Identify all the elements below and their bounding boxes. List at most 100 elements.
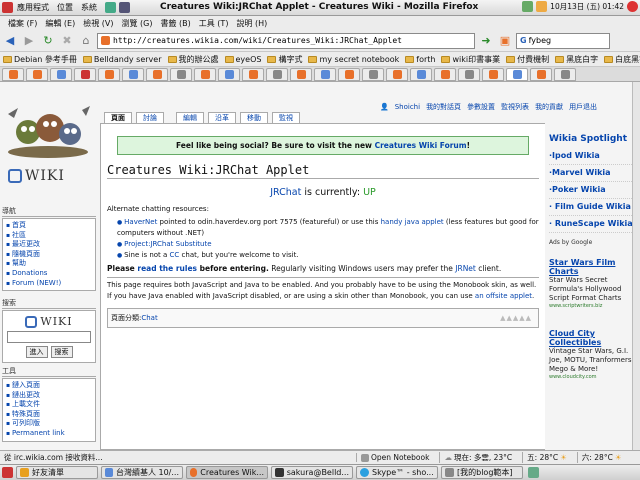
browser-tab[interactable] (482, 67, 504, 81)
bookmark-item[interactable]: 構字式 (267, 54, 302, 65)
personal-preferences[interactable]: 參數設置 (467, 102, 495, 112)
havernet-link[interactable]: HaverNet (124, 218, 157, 226)
menu-tools[interactable]: 工具 (T) (195, 18, 233, 29)
bookmark-item[interactable]: wiki印書事業 (441, 54, 500, 65)
browser-tab[interactable] (458, 67, 480, 81)
workspace-switcher-icon[interactable] (528, 467, 539, 478)
nav-item-recent-changes[interactable]: 最近更改 (6, 240, 92, 250)
nav-item-home[interactable]: 首頁 (6, 221, 92, 231)
browser-tab[interactable] (338, 67, 360, 81)
spotlight-marvel[interactable]: ·Marvel Wikia (549, 165, 640, 182)
ads-label[interactable]: Ads by Google (549, 239, 640, 246)
browser-tab[interactable] (314, 67, 336, 81)
browser-tab[interactable] (50, 67, 72, 81)
forum-link[interactable]: Creatures Wiki Forum (375, 141, 467, 150)
jrnet-link[interactable]: JRNet (455, 264, 476, 273)
ad-item[interactable]: Cloud City Collectibles Vintage Star War… (549, 329, 640, 380)
spotlight-film-guide[interactable]: · Film Guide Wikia (549, 199, 640, 216)
go-icon[interactable]: ➜ (478, 33, 494, 49)
nav-item-forum[interactable]: Forum (NEW!) (6, 279, 92, 289)
browser-tab[interactable] (170, 67, 192, 81)
open-notebook[interactable]: Open Notebook (356, 453, 433, 462)
menu-bookmarks[interactable]: 書籤 (B) (156, 18, 194, 29)
tab-history[interactable]: 沿革 (208, 112, 236, 123)
clock[interactable]: 10月13日 (五) 01:42 (550, 1, 624, 12)
home-icon[interactable]: ⌂ (78, 33, 94, 49)
browser-tab[interactable] (434, 67, 456, 81)
personal-logout[interactable]: 用戶退出 (569, 102, 597, 112)
tool-related-changes[interactable]: 鏈出更改 (6, 391, 92, 401)
search-button[interactable]: 搜索 (50, 346, 73, 358)
spotlight-runescape[interactable]: · RuneScape Wikia (549, 216, 640, 233)
menu-view[interactable]: 檢視 (V) (79, 18, 117, 29)
browser-tab[interactable] (122, 67, 144, 81)
nav-item-help[interactable]: 幫助 (6, 259, 92, 269)
rules-link[interactable]: read the rules (137, 264, 197, 273)
menu-file[interactable]: 檔案 (F) (4, 18, 41, 29)
search-input[interactable] (528, 36, 599, 45)
back-icon[interactable]: ◀ (2, 33, 18, 49)
power-icon[interactable] (627, 1, 638, 12)
browser-tab[interactable] (2, 67, 24, 81)
bookmark-item[interactable]: Belldandy server (82, 55, 162, 64)
weather-now[interactable]: ☁ 現在: 多雲, 23°C (439, 452, 516, 463)
browser-tab[interactable] (98, 67, 120, 81)
tool-permanent-link[interactable]: Permanent link (6, 429, 92, 439)
menu-help[interactable]: 說明 (H) (232, 18, 271, 29)
url-bar[interactable] (97, 32, 475, 49)
debian-icon[interactable] (2, 2, 13, 13)
cc-link[interactable]: CC (170, 251, 180, 259)
network-icon[interactable] (522, 1, 534, 12)
jrchat-link[interactable]: JRChat (270, 187, 301, 198)
tool-what-links-here[interactable]: 鏈入頁面 (6, 381, 92, 391)
browser-tab[interactable] (554, 67, 576, 81)
bookmark-item[interactable]: 白底黑字 (604, 54, 640, 65)
personal-talk[interactable]: 我的對話頁 (426, 102, 461, 112)
weather-fri[interactable]: 五: 28°C ☀ (522, 452, 571, 463)
page-scrollbar[interactable] (632, 82, 640, 450)
tool-special-pages[interactable]: 特殊頁面 (6, 410, 92, 420)
tab-watch[interactable]: 監視 (272, 112, 300, 123)
browser-tab[interactable] (74, 67, 96, 81)
substitute-link[interactable]: Project:JRChat Substitute (124, 240, 211, 248)
task-firefox[interactable]: Creatures Wik... (186, 466, 268, 479)
url-input[interactable] (113, 36, 453, 45)
show-desktop-icon[interactable] (2, 467, 13, 478)
tool-printable-version[interactable]: 可列印版 (6, 419, 92, 429)
go-button[interactable]: 進入 (25, 346, 48, 358)
nav-item-community[interactable]: 社區 (6, 231, 92, 241)
nav-item-donations[interactable]: Donations (6, 269, 92, 279)
personal-contributions[interactable]: 我的貢獻 (535, 102, 563, 112)
browser-tab[interactable] (26, 67, 48, 81)
task-terminal[interactable]: sakura@Belld... (271, 466, 353, 479)
tab-discussion[interactable]: 討論 (136, 112, 164, 123)
tab-edit[interactable]: 編輯 (176, 112, 204, 123)
personal-username[interactable]: Shoichi (395, 103, 420, 111)
tab-move[interactable]: 移動 (240, 112, 268, 123)
ad-item[interactable]: Star Wars Film Charts Star Wars Secret F… (549, 258, 640, 309)
browser-tab-active[interactable] (506, 67, 528, 81)
bookmark-item[interactable]: forth (405, 55, 435, 64)
rss-icon[interactable]: ▣ (497, 33, 513, 49)
reload-icon[interactable]: ↻ (40, 33, 56, 49)
personal-watchlist[interactable]: 監視列表 (501, 102, 529, 112)
volume-icon[interactable] (536, 1, 548, 12)
tab-page[interactable]: 頁面 (104, 112, 132, 123)
browser-tab[interactable] (530, 67, 552, 81)
task-blog[interactable]: [我的blog範本] (441, 466, 523, 479)
bookmark-item[interactable]: 付費機制 (506, 54, 549, 65)
browser-tab[interactable] (290, 67, 312, 81)
browser-tab[interactable] (218, 67, 240, 81)
browser-tab[interactable] (146, 67, 168, 81)
terminal-launcher-icon[interactable] (105, 2, 116, 13)
browser-tab[interactable] (362, 67, 384, 81)
forward-icon[interactable]: ▶ (21, 33, 37, 49)
apps-menu[interactable]: 應用程式 (13, 2, 53, 13)
bookmark-item[interactable]: eyeOS (224, 55, 261, 64)
bookmark-item[interactable]: Debian 參考手冊 (3, 54, 77, 65)
browser-tab[interactable] (242, 67, 264, 81)
places-menu[interactable]: 位置 (53, 2, 77, 13)
weather-sat[interactable]: 六: 28°C ☀ (576, 452, 626, 463)
offsite-applet-link[interactable]: an offsite applet (475, 292, 532, 300)
search-bar[interactable]: G (516, 32, 610, 49)
